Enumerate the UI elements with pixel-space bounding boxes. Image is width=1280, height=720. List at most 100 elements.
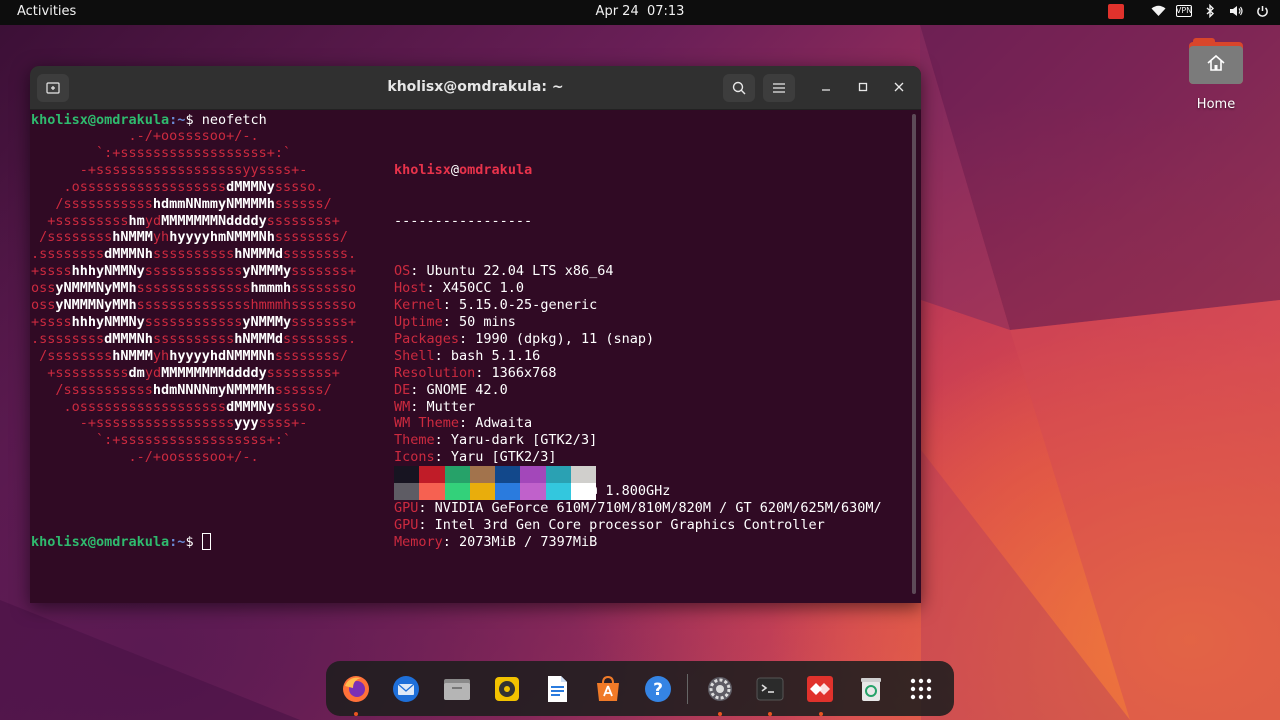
ubuntu-ascii-logo: .-/+oossssoo+/-. `:+ssssssssssssssssss+:…: [31, 128, 356, 466]
rhythmbox-launcher[interactable]: [489, 671, 524, 707]
maximize-button[interactable]: [851, 75, 875, 99]
firefox-launcher[interactable]: [338, 671, 373, 716]
settings-launcher[interactable]: [702, 671, 737, 716]
ascii-art-line: .ossssssssssssssssssdMMMNysssso.: [31, 398, 324, 415]
color-swatch: [520, 466, 546, 483]
ascii-art-line: .ssssssssdMMMNhsssssssssshNMMMdssssssss.: [31, 246, 357, 263]
info-value: : Adwaita: [459, 415, 533, 432]
info-value: : bash 5.1.16: [434, 347, 541, 364]
active-prompt[interactable]: kholisx@omdrakula:~$: [31, 533, 211, 551]
info-row: GPU: Intel 3rd Gen Core processor Graphi…: [394, 517, 882, 534]
close-button[interactable]: [887, 75, 911, 99]
bluetooth-icon[interactable]: [1202, 3, 1218, 19]
clock: Apr 24 07:13: [0, 4, 1280, 19]
info-value: : NVIDIA GeForce 610M/710M/810M/820M / G…: [418, 499, 882, 516]
thunderbird-icon: [393, 675, 420, 702]
ascii-art-line: .ossssssssssssssssssdMMMNysssso.: [31, 178, 324, 195]
prompt-user: kholisx@omdrakula: [31, 112, 170, 128]
maximize-icon: [858, 82, 868, 92]
anydesk-launcher[interactable]: [803, 671, 838, 716]
prompt-user-2: kholisx@omdrakula: [31, 534, 170, 550]
help-launcher[interactable]: ?: [641, 671, 676, 707]
info-row: GPU: NVIDIA GeForce 610M/710M/810M/820M …: [394, 500, 882, 517]
ascii-art-line: ossyNMMMNyMMhsssssssssssssshmmmhssssssso: [31, 280, 357, 297]
color-swatch: [444, 466, 470, 483]
new-tab-icon: [46, 82, 60, 94]
gear-icon: [707, 676, 732, 701]
color-swatch: [570, 483, 596, 500]
search-button[interactable]: [723, 74, 755, 102]
color-swatch: [419, 483, 445, 500]
ascii-art-line: -+ssssssssssssssssssyyssss+-: [31, 161, 308, 178]
info-value: : 50 mins: [442, 313, 516, 330]
ascii-art-line: -+sssssssssssssssssyyyssss+-: [31, 415, 308, 432]
anydesk-tray-icon[interactable]: [1108, 3, 1124, 19]
terminal-window[interactable]: kholisx@omdrakula: ~ kholisx@omdrakula:~…: [30, 66, 921, 603]
ascii-art-line: /sssssssshNMMMyhhyyyyhmNMMMNhssssssss/: [31, 229, 349, 246]
info-key: Resolution: [394, 364, 476, 381]
document-writer-icon: [548, 675, 568, 702]
house-icon: [1207, 54, 1225, 71]
info-row: Host: X450CC 1.0: [394, 280, 882, 297]
info-key: OS: [394, 263, 411, 280]
info-value: : 1366x768: [475, 364, 557, 381]
info-key: Theme: [394, 432, 435, 449]
clock-date[interactable]: Apr 24: [596, 4, 639, 19]
ascii-art-line: `:+ssssssssssssssssss+:`: [31, 432, 292, 449]
info-value: : Yaru [GTK2/3]: [434, 449, 557, 466]
prompt-symbol-2: $: [185, 534, 194, 550]
system-tray[interactable]: VPN: [1108, 3, 1270, 19]
info-value: : Yaru-dark [GTK2/3]: [434, 432, 598, 449]
ascii-art-line: .-/+oossssoo+/-.: [31, 449, 259, 466]
power-icon[interactable]: [1254, 3, 1270, 19]
show-applications-button[interactable]: [904, 671, 939, 707]
ascii-art-line: /ssssssssssshdmNNNNmyNMMMMhssssss/: [31, 381, 332, 398]
info-header: kholisx@omdrakula: [394, 162, 882, 179]
info-value: : X450CC 1.0: [426, 280, 525, 297]
activities-button[interactable]: Activities: [17, 4, 76, 19]
vpn-icon[interactable]: VPN: [1176, 5, 1192, 17]
minimize-button[interactable]: [814, 75, 838, 99]
ascii-art-line: /ssssssssssshdmmNNmmyNMMMMhssssss/: [31, 195, 332, 212]
trash-launcher[interactable]: [853, 671, 888, 707]
thunderbird-launcher[interactable]: [388, 671, 423, 707]
clock-time[interactable]: 07:13: [647, 4, 684, 19]
terminal-titlebar[interactable]: kholisx@omdrakula: ~: [30, 66, 921, 110]
terminal-scrollbar[interactable]: [912, 114, 916, 594]
info-value: : 5.15.0-25-generic: [442, 297, 598, 314]
info-row: Uptime: 50 mins: [394, 314, 882, 331]
ascii-art-line: +sssshhhyNMMNyssssssssssssyNMMMysssssss+: [31, 313, 357, 330]
files-launcher[interactable]: [439, 671, 474, 707]
info-key: Host: [394, 280, 427, 297]
info-row: WM Theme: Adwaita: [394, 415, 882, 432]
volume-icon[interactable]: [1228, 3, 1244, 19]
prompt-symbol: $: [185, 112, 194, 128]
anydesk-icon: [807, 675, 834, 702]
top-bar: Activities Apr 24 07:13 VPN: [0, 0, 1280, 25]
info-key: Uptime: [394, 313, 443, 330]
info-row: DE: GNOME 42.0: [394, 382, 882, 399]
wifi-icon[interactable]: [1150, 3, 1166, 19]
writer-launcher[interactable]: [540, 671, 575, 707]
software-center-icon: [596, 675, 619, 701]
ascii-art-line: ossyNMMMNyMMhsssssssssssssshmmmhssssssso: [31, 297, 357, 314]
software-launcher[interactable]: [590, 671, 625, 707]
ascii-art-line: +sssssssssdmydMMMMMMMMddddyssssssss+: [31, 364, 340, 381]
info-value: : Intel 3rd Gen Core processor Graphics …: [418, 516, 825, 533]
terminal-launcher[interactable]: [752, 671, 787, 716]
new-tab-button[interactable]: [37, 74, 69, 102]
ascii-art-line: `:+ssssssssssssssssss+:`: [31, 144, 292, 161]
ascii-art-line: +ssssssssshmydMMMMMMMNddddyssssssss+: [31, 212, 340, 229]
info-separator: -----------------: [394, 212, 533, 229]
rhythmbox-icon: [494, 676, 519, 701]
color-swatch: [545, 466, 571, 483]
command-text: neofetch: [201, 112, 267, 128]
info-key: GPU: [394, 499, 419, 516]
help-icon: ?: [645, 675, 672, 702]
info-key: GPU: [394, 516, 419, 533]
info-user: kholisx: [394, 161, 451, 178]
hamburger-menu-button[interactable]: [763, 74, 795, 102]
info-row: WM: Mutter: [394, 399, 882, 416]
info-key: Shell: [394, 347, 435, 364]
desktop-home-folder[interactable]: Home: [1184, 38, 1248, 112]
